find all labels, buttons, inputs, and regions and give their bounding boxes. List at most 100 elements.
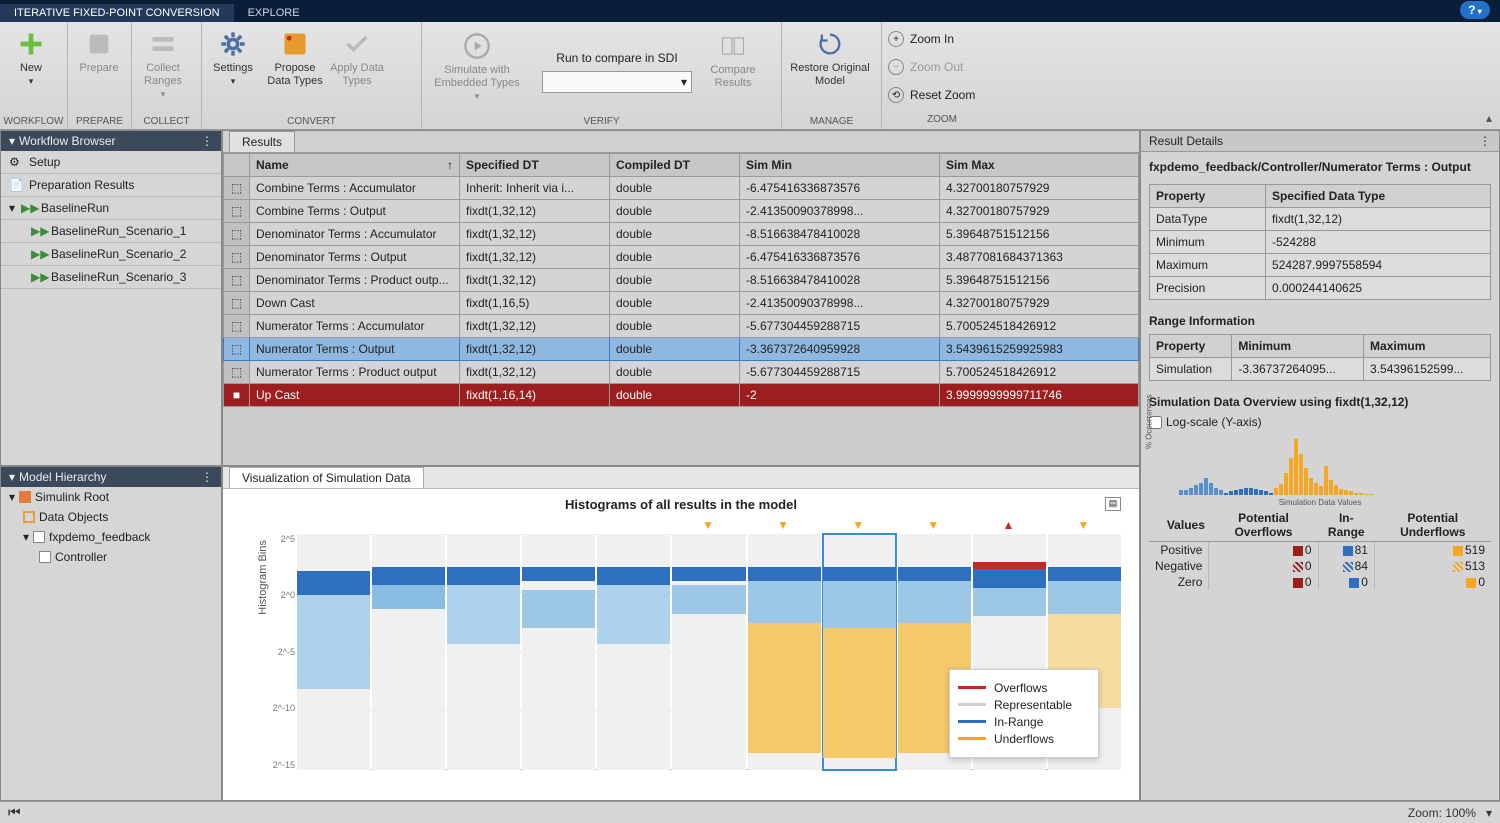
ribbon: New▾ WORKFLOW Prepare PREPARE Collect Ra… [0,22,1500,130]
histogram-column[interactable] [522,534,595,770]
results-header[interactable]: Compiled DT [610,154,740,177]
run-compare-dropdown[interactable]: ▾ [542,71,692,93]
collapse-ribbon-button[interactable]: ▴ [1482,111,1496,125]
overview-xlabel: Simulation Data Values [1149,498,1491,507]
results-row[interactable]: ⬚Numerator Terms : Product outputfixdt(1… [224,361,1139,384]
workflow-item[interactable]: ⚙ Setup [1,151,221,174]
app-tab-strip: ITERATIVE FIXED-POINT CONVERSION EXPLORE… [0,0,1500,22]
results-row[interactable]: ⬚Denominator Terms : Outputfixdt(1,32,12… [224,246,1139,269]
results-row[interactable]: ⬚Combine Terms : AccumulatorInherit: Inh… [224,177,1139,200]
workflow-sub-item[interactable]: ▶▶ BaselineRun_Scenario_1 [1,220,221,243]
workflow-browser-panel: ▾Workflow Browser⋮ ⚙ Setup📄 Preparation … [0,130,222,466]
compare-results-button[interactable]: Compare Results [702,32,764,112]
tree-controller[interactable]: Controller [1,547,221,567]
zoom-in-icon: + [888,31,904,47]
group-label-prepare: PREPARE [68,114,131,129]
tab-explore[interactable]: EXPLORE [234,4,314,22]
model-hierarchy-title: Model Hierarchy [19,470,106,484]
model-hierarchy-panel: ▾ Model Hierarchy ⋮ ▾ Simulink Root Data O… [0,466,222,802]
tab-iterative[interactable]: ITERATIVE FIXED-POINT CONVERSION [0,4,234,22]
workflow-item[interactable]: 📄 Preparation Results [1,174,221,197]
results-header[interactable]: Name ↑ [250,154,460,177]
group-label-manage: MANAGE [782,114,881,129]
chevron-down-icon: ▾ [681,75,687,89]
results-table: Name ↑Specified DTCompiled DTSim MinSim … [223,153,1139,407]
workflow-sub-item[interactable]: ▶▶ BaselineRun_Scenario_3 [1,266,221,289]
collect-ranges-button[interactable]: Collect Ranges▾ [132,30,194,110]
panel-menu-icon[interactable]: ⋮ [201,134,213,148]
zoom-out-icon: − [888,59,904,75]
workflow-item[interactable]: ▾ ▶▶ BaselineRun [1,197,221,220]
workflow-sub-item[interactable]: ▶▶ BaselineRun_Scenario_2 [1,243,221,266]
gear-icon [219,30,247,58]
zoom-dropdown-icon[interactable]: ▾ [1486,806,1492,820]
results-header[interactable]: Sim Max [940,154,1139,177]
warning-marker-icon: ▼ [896,518,971,532]
histogram-column[interactable] [297,534,370,770]
results-row[interactable]: ⬚Numerator Terms : Accumulatorfixdt(1,32… [224,315,1139,338]
warning-marker-icon: ▼ [746,518,821,532]
new-button[interactable]: New▾ [0,30,62,110]
overview-ylabel: % Occurrences [1145,394,1154,449]
help-button[interactable]: ? ▾ [1460,1,1490,19]
zoom-in-button[interactable]: +Zoom In [888,26,996,52]
panel-menu-icon[interactable]: ⋮ [201,470,213,484]
histogram-column[interactable] [672,534,745,770]
overview-chart: % Occurrences Simulation Data Values [1149,437,1491,507]
legend-item: Representable [958,698,1090,712]
collect-icon [149,30,177,58]
results-row[interactable]: ⬚Numerator Terms : Outputfixdt(1,32,12)d… [224,338,1139,361]
warning-marker-icon [520,518,595,532]
details-range-table: PropertyMinimumMaximumSimulation-3.36737… [1149,334,1491,381]
results-header[interactable]: Sim Min [740,154,940,177]
results-row[interactable]: ■Up Castfixdt(1,16,14)double-23.99999999… [224,384,1139,407]
propose-button[interactable]: Propose Data Types [264,30,326,110]
warning-marker-icon [370,518,445,532]
play-icon [463,32,491,60]
reset-zoom-button[interactable]: ⟲Reset Zoom [888,82,996,108]
overview-heading: Simulation Data Overview using fixdt(1,3… [1149,395,1491,409]
histogram-column[interactable] [447,534,520,770]
model-icon [33,531,45,543]
results-header[interactable]: Specified DT [460,154,610,177]
histogram-column[interactable] [823,534,896,770]
zoom-out-button[interactable]: −Zoom Out [888,54,996,80]
viz-tab[interactable]: Visualization of Simulation Data [229,467,424,488]
results-row[interactable]: ⬚Down Castfixdt(1,16,5)double-2.41350090… [224,292,1139,315]
group-label-convert: CONVERT [202,114,421,129]
legend-toggle-icon[interactable]: ▤ [1105,497,1121,511]
compare-icon [719,32,747,60]
panel-menu-icon[interactable]: ⋮ [1479,134,1491,148]
warning-marker-icon [295,518,370,532]
histogram-chart[interactable]: Histogram Bins 2^52^02^-52^-102^-15 ▼▼▼▼… [271,516,1121,776]
chevron-down-icon: ▾ [9,470,15,484]
settings-button[interactable]: Settings▾ [202,30,264,110]
results-row[interactable]: ⬚Denominator Terms : Accumulatorfixdt(1,… [224,223,1139,246]
range-info-heading: Range Information [1149,314,1491,328]
plus-icon [17,30,45,58]
results-row[interactable]: ⬚Combine Terms : Outputfixdt(1,32,12)dou… [224,200,1139,223]
result-details-panel: Result Details⋮ fxpdemo_feedback/Control… [1140,130,1500,801]
workflow-browser-title: Workflow Browser [19,134,115,148]
simulate-button[interactable]: Simulate with Embedded Types▾ [422,32,532,112]
tree-data-objects[interactable]: Data Objects [1,507,221,527]
histogram-column[interactable] [372,534,445,770]
warning-marker-icon [445,518,520,532]
first-page-button[interactable]: ⏮ [8,804,21,821]
apply-button[interactable]: Apply Data Types [326,30,388,110]
tree-root[interactable]: ▾ Simulink Root [1,487,221,507]
histogram-column[interactable] [748,534,821,770]
results-tab[interactable]: Results [229,131,295,152]
result-details-title: Result Details [1149,134,1223,148]
histogram-column[interactable] [597,534,670,770]
restore-button[interactable]: Restore Original Model [782,30,878,110]
logscale-checkbox[interactable]: Log-scale (Y-axis) [1149,415,1491,429]
prepare-button[interactable]: Prepare [68,30,130,110]
zoom-level: Zoom: 100% [1408,806,1476,820]
restore-icon [816,30,844,58]
viz-ylabel: Histogram Bins [257,540,269,615]
prepare-icon [85,30,113,58]
tree-model[interactable]: ▾ fxpdemo_feedback [1,527,221,547]
results-row[interactable]: ⬚Denominator Terms : Product outp...fixd… [224,269,1139,292]
warning-marker-icon [595,518,670,532]
